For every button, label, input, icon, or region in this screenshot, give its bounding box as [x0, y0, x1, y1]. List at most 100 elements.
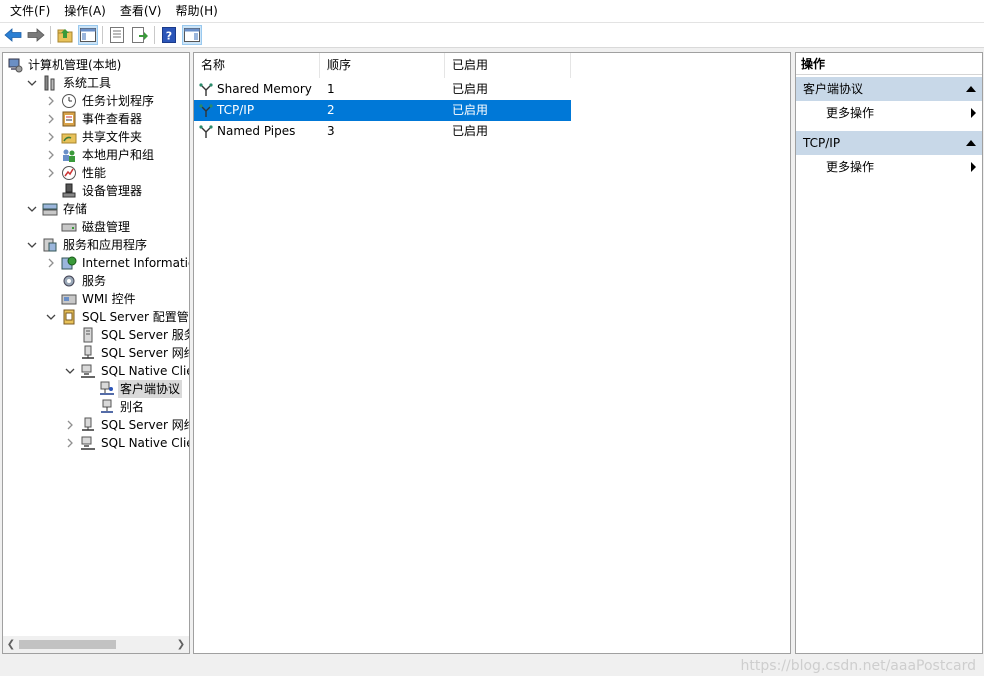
tree-item[interactable]: 客户端协议: [83, 380, 183, 398]
cell-enabled: 已启用: [452, 124, 489, 138]
tree-item[interactable]: 存储: [26, 200, 89, 218]
list-row[interactable]: Shared Memory 1 已启用: [194, 79, 571, 100]
tree-item[interactable]: 设备管理器: [45, 182, 144, 200]
sql-config-icon: [61, 309, 77, 325]
tree-item[interactable]: SQL Native Client: [64, 362, 189, 380]
collapse-up-icon[interactable]: [966, 86, 976, 92]
tree-item-label: 共享文件夹: [82, 130, 143, 144]
tree-horizontal-scrollbar[interactable]: ❮ ❯: [3, 636, 189, 653]
tree-item[interactable]: 服务: [45, 272, 108, 290]
chevron-down-icon[interactable]: [45, 308, 57, 326]
tree-item[interactable]: 磁盘管理: [45, 218, 132, 236]
menu-bar: 文件(F) 操作(A) 查看(V) 帮助(H): [0, 0, 984, 22]
tree-item[interactable]: 别名: [83, 398, 146, 416]
actions-pane: 操作 客户端协议 更多操作 TCP/IP 更多操作: [795, 52, 983, 654]
tree-item[interactable]: 共享文件夹: [45, 128, 144, 146]
chevron-down-icon[interactable]: [26, 200, 38, 218]
up-level-button[interactable]: [55, 25, 75, 45]
menu-file[interactable]: 文件(F): [3, 0, 57, 22]
menu-help[interactable]: 帮助(H): [168, 0, 224, 22]
cell-name: Shared Memory: [194, 79, 320, 100]
chevron-right-icon[interactable]: [45, 128, 57, 146]
chevron-right-icon[interactable]: [45, 92, 57, 110]
action-more-actions[interactable]: 更多操作: [796, 155, 982, 179]
action-section-tcpip[interactable]: TCP/IP: [796, 131, 982, 155]
tree-item-label: SQL Server 服务: [101, 328, 189, 342]
chevron-down-icon[interactable]: [64, 362, 76, 380]
properties-button[interactable]: [107, 25, 127, 45]
column-header-enabled[interactable]: 已启用: [445, 53, 571, 78]
column-header-order[interactable]: 顺序: [320, 53, 445, 78]
tree-item[interactable]: Internet Information Services: [45, 254, 189, 272]
iis-icon: [61, 255, 77, 271]
cell-order: 1: [327, 82, 335, 96]
action-item-label: 更多操作: [826, 160, 875, 174]
tree-item-label: SQL Native Client: [101, 436, 189, 450]
clock-icon: [61, 93, 77, 109]
chevron-right-icon[interactable]: [64, 416, 76, 434]
chevron-right-icon[interactable]: [64, 434, 76, 452]
shared-folder-icon: [61, 129, 77, 145]
tree-item-label: SQL Native Client: [101, 364, 189, 378]
chevron-down-icon[interactable]: [26, 74, 38, 92]
collapse-up-icon[interactable]: [966, 140, 976, 146]
native-client-icon: [80, 363, 96, 379]
export-list-button[interactable]: [130, 25, 150, 45]
tree-item[interactable]: 本地用户和组: [45, 146, 156, 164]
protocol-icon: [198, 82, 214, 98]
tree-item[interactable]: SQL Server 网络配置: [64, 344, 189, 362]
tree-item[interactable]: 事件查看器: [45, 110, 144, 128]
tree-item-label: SQL Server 配置管理器: [82, 310, 189, 324]
tree-item[interactable]: 服务和应用程序: [26, 236, 149, 254]
up-folder-icon: [57, 29, 73, 43]
back-button[interactable]: [3, 25, 23, 45]
cell-enabled: 已启用: [452, 82, 489, 96]
device-manager-icon: [61, 183, 77, 199]
show-hide-tree-button[interactable]: [78, 25, 98, 45]
tree-item[interactable]: 系统工具: [26, 74, 113, 92]
protocol-name: TCP/IP: [217, 103, 255, 117]
action-section-label: 客户端协议: [803, 82, 864, 96]
network-config-icon: [80, 417, 96, 433]
tree-item-label: SQL Server 网络配置: [101, 346, 189, 360]
tree-item[interactable]: SQL Server 配置管理器: [45, 308, 189, 326]
action-more-actions[interactable]: 更多操作: [796, 101, 982, 125]
tree-item[interactable]: SQL Native Client: [64, 434, 189, 452]
list-row[interactable]: Named Pipes 3 已启用: [194, 121, 571, 142]
tree-item-label: 设备管理器: [82, 184, 143, 198]
forward-button[interactable]: [26, 25, 46, 45]
tree-item[interactable]: 性能: [45, 164, 108, 182]
disk-icon: [61, 219, 77, 235]
watermark-text: https://blog.csdn.net/aaaPostcard: [740, 658, 976, 674]
scroll-thumb[interactable]: [19, 640, 116, 649]
chevron-right-icon[interactable]: [45, 254, 57, 272]
tree-item[interactable]: SQL Server 网络配置: [64, 416, 189, 434]
action-section-client-protocols[interactable]: 客户端协议: [796, 77, 982, 101]
chevron-right-icon[interactable]: [45, 110, 57, 128]
client-protocol-icon: [99, 381, 115, 397]
show-hide-action-pane-button[interactable]: [182, 25, 202, 45]
tree-item[interactable]: 任务计划程序: [45, 92, 156, 110]
menu-action[interactable]: 操作(A): [57, 0, 113, 22]
column-header-name[interactable]: 名称: [194, 53, 320, 78]
users-icon: [61, 147, 77, 163]
scroll-right-icon[interactable]: ❯: [173, 636, 189, 653]
scroll-track[interactable]: [19, 636, 173, 653]
menu-view[interactable]: 查看(V): [113, 0, 169, 22]
chevron-right-icon[interactable]: [45, 164, 57, 182]
list-row[interactable]: TCP/IP 2 已启用: [194, 100, 571, 121]
chevron-down-icon[interactable]: [26, 236, 38, 254]
tree-item[interactable]: SQL Server 服务: [64, 326, 189, 344]
tree-item[interactable]: 计算机管理(本地): [7, 56, 123, 74]
performance-icon: [61, 165, 77, 181]
tree-item[interactable]: WMI 控件: [45, 290, 138, 308]
help-button[interactable]: ?: [159, 25, 179, 45]
scroll-left-icon[interactable]: ❮: [3, 636, 19, 653]
console-tree: 计算机管理(本地) 系统工具 任务计划程序 事件查看器共享文件夹本地用户和组 性能设备管…: [3, 53, 189, 633]
tree-item-label: 服务: [82, 274, 107, 288]
chevron-right-icon[interactable]: [45, 146, 57, 164]
svg-text:?: ?: [166, 30, 172, 43]
